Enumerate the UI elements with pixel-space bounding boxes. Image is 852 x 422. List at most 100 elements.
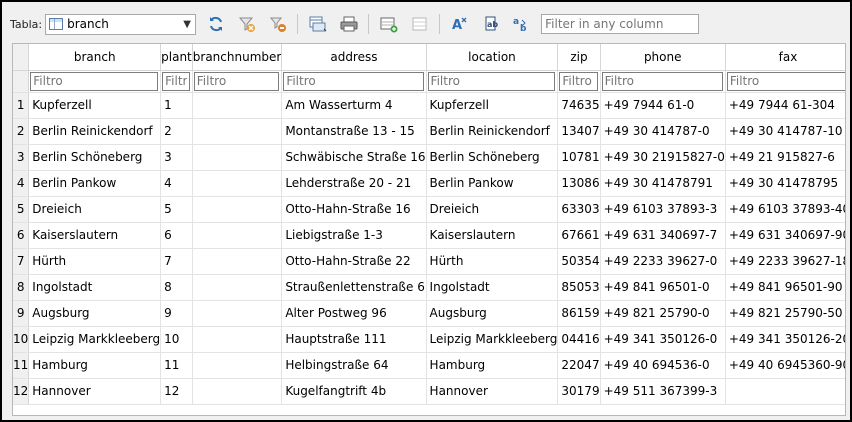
cell-location[interactable]: Kupferzell	[426, 92, 559, 119]
table-row[interactable]: 9 Augsburg 9 Alter Postweg 96 Augsburg 86159 +…	[13, 300, 845, 327]
cell-address[interactable]: Montanstraße 13 - 15	[281, 118, 427, 145]
cell-address[interactable]: Straußenlettenstraße 6	[281, 274, 427, 301]
row-number[interactable]: 10	[13, 326, 30, 353]
cell-branch[interactable]: Dreieich	[28, 196, 162, 223]
cell-zip[interactable]: 04416	[557, 326, 601, 353]
grid-corner[interactable]	[13, 44, 30, 71]
table-row[interactable]: 2 Berlin Reinickendorf 2 Montanstraße 13 - …	[13, 118, 845, 145]
cell-fax[interactable]: +49 2233 39627-18	[725, 248, 845, 275]
column-header-fax[interactable]: fax	[725, 44, 845, 71]
table-row[interactable]: 4 Berlin Pankow 4 Lehderstraße 20 - 21 Berli…	[13, 170, 845, 197]
column-header-address[interactable]: address	[281, 44, 427, 71]
cell-fax[interactable]: +49 30 41478795	[725, 170, 845, 197]
cell-location[interactable]: Ingolstadt	[426, 274, 559, 301]
cell-branch[interactable]: Hürth	[28, 248, 162, 275]
cell-branchnumber[interactable]	[192, 326, 283, 353]
row-number[interactable]: 12	[13, 378, 30, 405]
cell-plant[interactable]: 2	[160, 118, 193, 145]
cell-branch[interactable]: Kupferzell	[28, 92, 162, 119]
cell-branchnumber[interactable]	[192, 118, 283, 145]
cell-branchnumber[interactable]	[192, 144, 283, 171]
cell-phone[interactable]: +49 841 96501-0	[600, 274, 726, 301]
cell-phone[interactable]: +49 30 21915827-0	[600, 144, 726, 171]
table-row[interactable]: 6 Kaiserslautern 6 Liebigstraße 1-3 Kaisersl…	[13, 222, 845, 249]
cell-fax[interactable]: +49 341 350126-20	[725, 326, 845, 353]
row-number[interactable]: 1	[13, 92, 30, 119]
cell-zip[interactable]: 67661	[557, 222, 601, 249]
cell-fax[interactable]: +49 30 414787-10	[725, 118, 845, 145]
save-filter-button[interactable]	[267, 13, 289, 35]
clear-filters-button[interactable]	[236, 13, 258, 35]
row-number[interactable]: 9	[13, 300, 30, 327]
cell-branch[interactable]: Leipzig Markkleeberg	[28, 326, 162, 353]
column-header-location[interactable]: location	[426, 44, 559, 71]
cell-plant[interactable]: 5	[160, 196, 193, 223]
cell-fax[interactable]: +49 21 915827-6	[725, 144, 845, 171]
cell-phone[interactable]: +49 7944 61-0	[600, 92, 726, 119]
cell-location[interactable]: Kaiserslautern	[426, 222, 559, 249]
cell-branch[interactable]: Ingolstadt	[28, 274, 162, 301]
refresh-button[interactable]	[205, 13, 227, 35]
cell-address[interactable]: Otto-Hahn-Straße 16	[281, 196, 427, 223]
cell-branch[interactable]: Hannover	[28, 378, 162, 405]
print-button-2[interactable]	[338, 13, 360, 35]
cell-zip[interactable]: 74635	[557, 92, 601, 119]
cell-branchnumber[interactable]	[192, 222, 283, 249]
cell-fax[interactable]	[725, 378, 845, 405]
cell-fax[interactable]: +49 7944 61-304	[725, 92, 845, 119]
insert-record-button[interactable]	[378, 13, 400, 35]
cell-zip[interactable]: 30179	[557, 378, 601, 405]
row-number[interactable]: 5	[13, 196, 30, 223]
cell-plant[interactable]: 1	[160, 92, 193, 119]
cell-address[interactable]: Liebigstraße 1-3	[281, 222, 427, 249]
cell-fax[interactable]: +49 821 25790-50	[725, 300, 845, 327]
cell-location[interactable]: Hannover	[426, 378, 559, 405]
print-button-1[interactable]	[307, 13, 329, 35]
cell-plant[interactable]: 11	[160, 352, 193, 379]
cell-location[interactable]: Berlin Schöneberg	[426, 144, 559, 171]
cell-zip[interactable]: 86159	[557, 300, 601, 327]
encoding-button[interactable]: a b	[511, 13, 533, 35]
cell-branch[interactable]: Augsburg	[28, 300, 162, 327]
cell-zip[interactable]: 85053	[557, 274, 601, 301]
cell-location[interactable]: Hürth	[426, 248, 559, 275]
column-header-branchnumber[interactable]: branchnumber	[192, 44, 283, 71]
cell-branchnumber[interactable]	[192, 196, 283, 223]
cell-zip[interactable]: 10781	[557, 144, 601, 171]
column-filter-input[interactable]	[559, 71, 598, 91]
cell-address[interactable]: Lehderstraße 20 - 21	[281, 170, 427, 197]
cell-branchnumber[interactable]	[192, 170, 283, 197]
cell-phone[interactable]: +49 511 367399-3	[600, 378, 726, 405]
cell-fax[interactable]: +49 631 340697-90	[725, 222, 845, 249]
cell-location[interactable]: Berlin Pankow	[426, 170, 559, 197]
cell-branchnumber[interactable]	[192, 248, 283, 275]
column-header-zip[interactable]: zip	[557, 44, 601, 71]
cell-address[interactable]: Schwäbische Straße 16	[281, 144, 427, 171]
cell-location[interactable]: Leipzig Markkleeberg	[426, 326, 559, 353]
cell-branch[interactable]: Berlin Reinickendorf	[28, 118, 162, 145]
column-header-phone[interactable]: phone	[600, 44, 726, 71]
cell-zip[interactable]: 63303	[557, 196, 601, 223]
table-row[interactable]: 8 Ingolstadt 8 Straußenlettenstraße 6 Ingols…	[13, 274, 845, 301]
row-number[interactable]: 7	[13, 248, 30, 275]
cell-branchnumber[interactable]	[192, 352, 283, 379]
cell-address[interactable]: Kugelfangtrift 4b	[281, 378, 427, 405]
cell-plant[interactable]: 7	[160, 248, 193, 275]
cell-zip[interactable]: 50354	[557, 248, 601, 275]
table-row[interactable]: 1 Kupferzell 1 Am Wasserturm 4 Kupferzell 746…	[13, 92, 845, 119]
cell-branchnumber[interactable]	[192, 378, 283, 405]
cell-branch[interactable]: Berlin Pankow	[28, 170, 162, 197]
cell-plant[interactable]: 8	[160, 274, 193, 301]
cell-plant[interactable]: 3	[160, 144, 193, 171]
row-number[interactable]: 11	[13, 352, 30, 379]
cell-address[interactable]: Otto-Hahn-Straße 22	[281, 248, 427, 275]
table-row[interactable]: 10 Leipzig Markkleeberg 10 Hauptstraße 111 L…	[13, 326, 845, 353]
cell-plant[interactable]: 12	[160, 378, 193, 405]
cell-location[interactable]: Dreieich	[426, 196, 559, 223]
cell-zip[interactable]: 13086	[557, 170, 601, 197]
table-row[interactable]: 12 Hannover 12 Kugelfangtrift 4b Hannover 301…	[13, 378, 845, 405]
cell-zip[interactable]: 22047	[557, 352, 601, 379]
row-number[interactable]: 4	[13, 170, 30, 197]
cell-location[interactable]: Augsburg	[426, 300, 559, 327]
column-header-branch[interactable]: branch	[28, 44, 162, 71]
